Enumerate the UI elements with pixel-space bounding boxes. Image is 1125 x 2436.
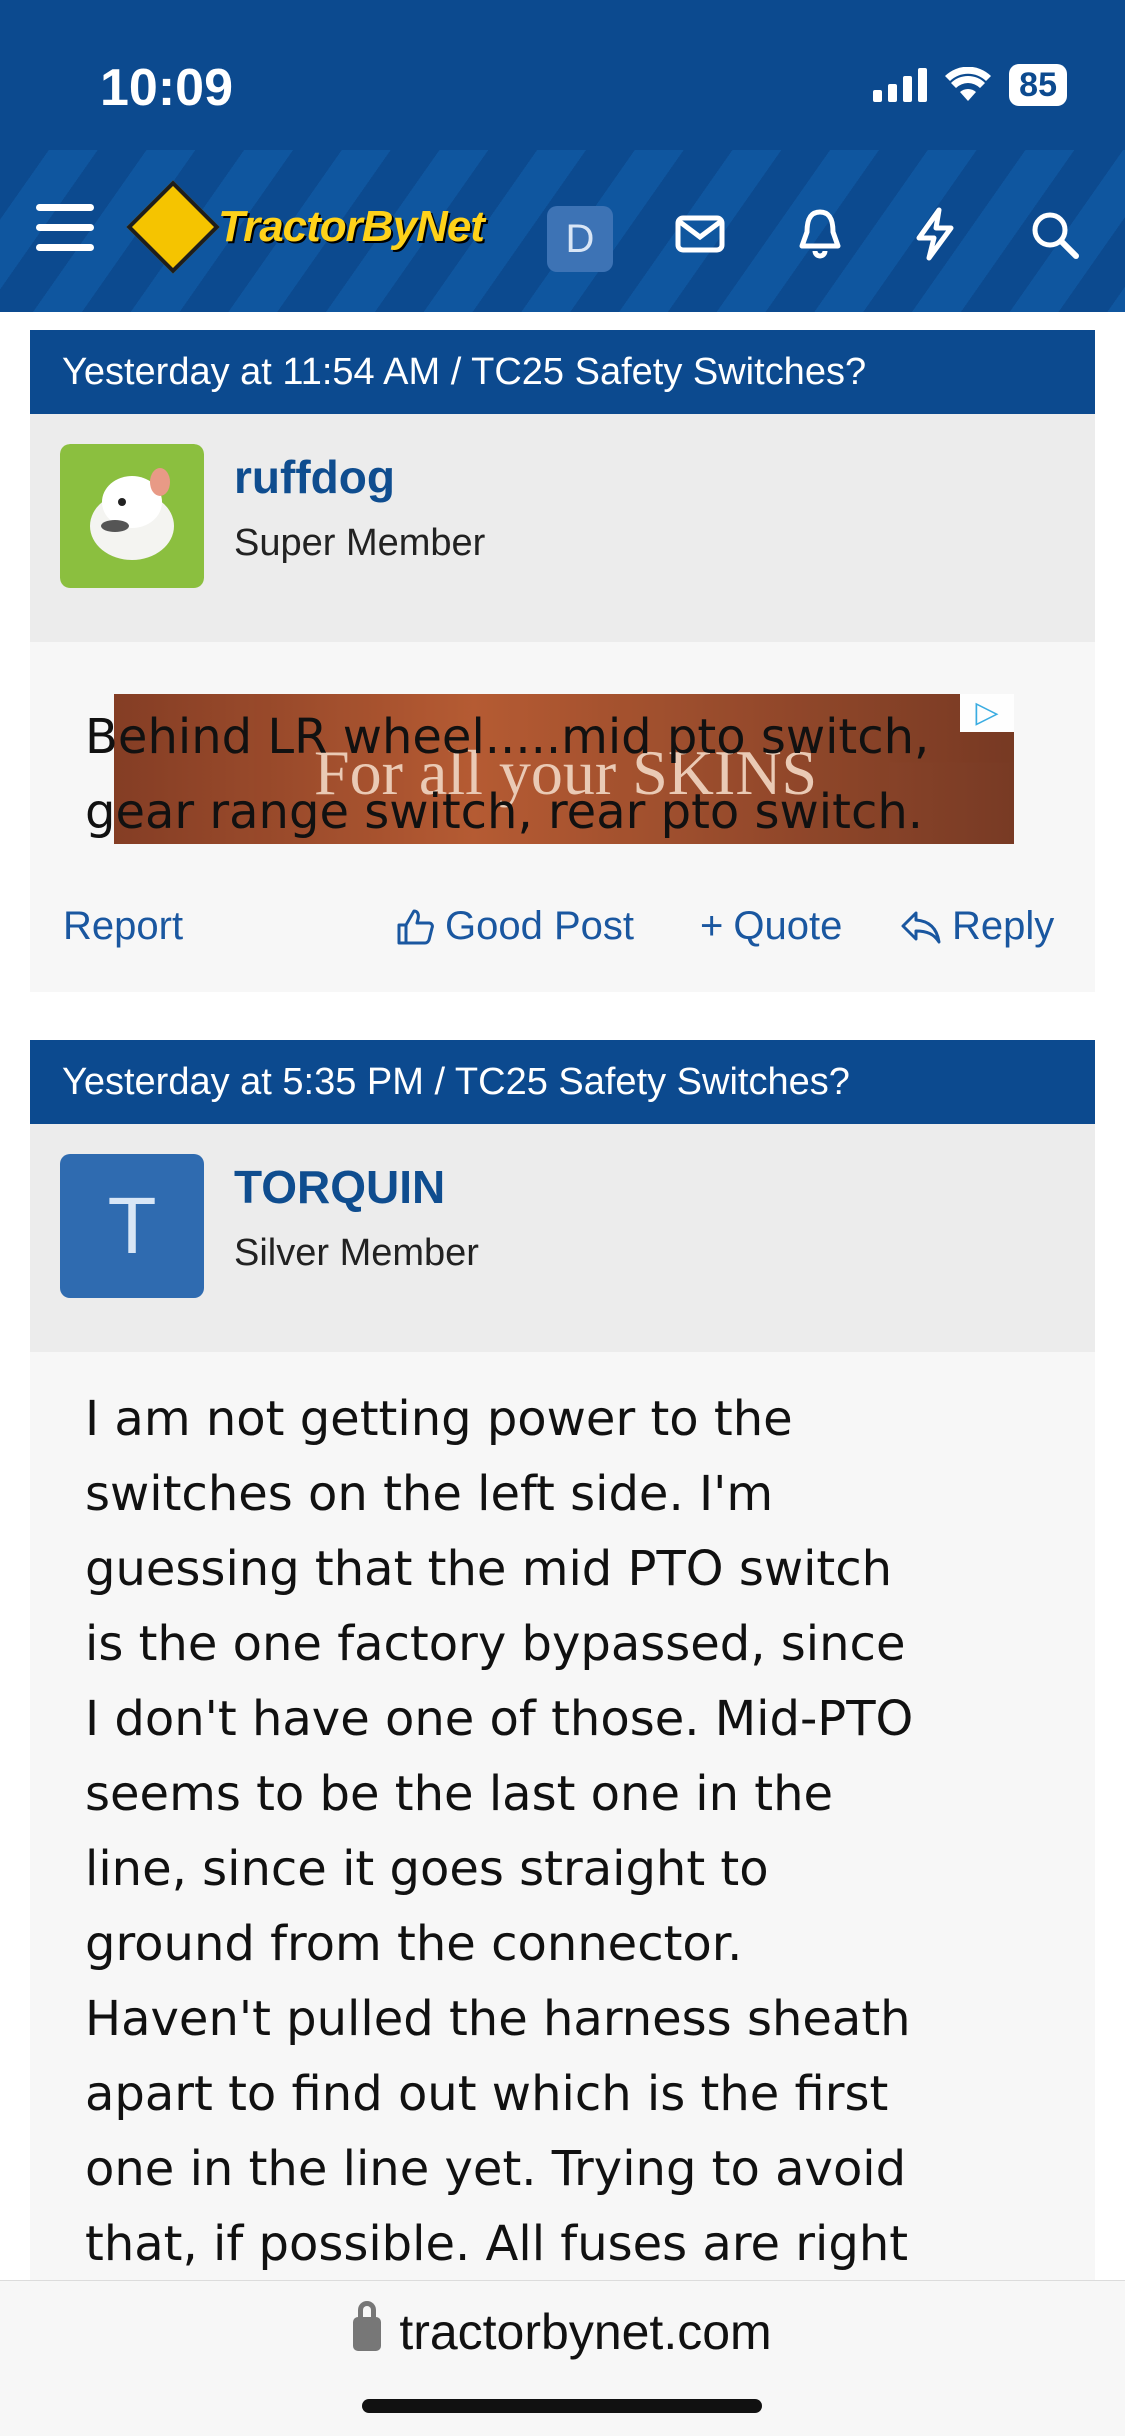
quote-label: Quote (733, 904, 843, 948)
avatar[interactable]: T (60, 1154, 204, 1298)
message-line: guessing that the mid PTO switch (85, 1541, 893, 1597)
post-actions: Report Good Post + Quote Reply (30, 874, 1095, 994)
message-line: gear range switch, rear pto switch. (85, 784, 924, 840)
post-message: I am not getting power to the switches o… (30, 1352, 1095, 2282)
url-display[interactable]: tractorbynet.com (0, 2301, 1125, 2361)
bell-icon[interactable] (790, 204, 850, 264)
menu-icon[interactable] (36, 204, 94, 252)
post-body: For all your SKINS ▷ Behind LR wheel....… (30, 642, 1095, 992)
status-icons: 85 (873, 64, 1067, 106)
home-indicator[interactable] (362, 2399, 762, 2413)
message-line: line, since it goes straight to (85, 1841, 769, 1897)
reply-button[interactable]: Reply (900, 904, 1054, 949)
battery-icon: 85 (1009, 64, 1067, 106)
good-post-label: Good Post (445, 904, 635, 948)
message-line: I don't have one of those. Mid-PTO (85, 1691, 914, 1747)
message-line: Behind LR wheel.....mid pto switch, (85, 709, 930, 765)
message-line: that, if possible. All fuses are right (85, 2216, 909, 2272)
post-meta[interactable]: Yesterday at 11:54 AM / TC25 Safety Swit… (30, 330, 1095, 414)
author-name[interactable]: ruffdog (234, 450, 395, 504)
message-line: apart to find out which is the first (85, 2066, 889, 2122)
thumbs-up-icon (397, 909, 434, 944)
post: Yesterday at 5:35 PM / TC25 Safety Switc… (30, 1040, 1095, 2352)
quote-button[interactable]: + Quote (700, 904, 842, 949)
good-post-button[interactable]: Good Post (395, 904, 634, 949)
author-title: Silver Member (234, 1232, 479, 1274)
plus-icon: + (700, 904, 724, 948)
message-line: is the one factory bypassed, since (85, 1616, 906, 1672)
tractor-logo-icon (126, 180, 220, 274)
author-title: Super Member (234, 522, 486, 564)
message-line: switches on the left side. I'm (85, 1466, 774, 1522)
message-line: one in the line yet. Trying to avoid (85, 2141, 907, 2197)
browser-address-bar[interactable]: tractorbynet.com (0, 2280, 1125, 2436)
message-line: seems to be the last one in the (85, 1766, 834, 1822)
reply-arrow-icon (901, 911, 941, 943)
site-logo[interactable]: TractorByNet (126, 180, 485, 274)
lightning-icon[interactable] (905, 204, 965, 264)
post-message: Behind LR wheel.....mid pto switch, gear… (30, 700, 1095, 850)
post-author: ruffdog Super Member (30, 414, 1095, 642)
site-header: TractorByNet D (0, 150, 1125, 312)
logo-text: TractorByNet (218, 202, 485, 251)
post-meta[interactable]: Yesterday at 5:35 PM / TC25 Safety Switc… (30, 1040, 1095, 1124)
lock-icon (353, 2301, 382, 2351)
post: Yesterday at 11:54 AM / TC25 Safety Swit… (30, 330, 1095, 992)
user-avatar[interactable]: D (547, 206, 613, 272)
inbox-icon[interactable] (670, 204, 730, 264)
message-line: Haven't pulled the harness sheath (85, 1991, 911, 2047)
post-author: T TORQUIN Silver Member (30, 1124, 1095, 1352)
author-name[interactable]: TORQUIN (234, 1160, 445, 1214)
report-link[interactable]: Report (63, 904, 183, 949)
search-icon[interactable] (1024, 204, 1084, 264)
url-text: tractorbynet.com (399, 2304, 772, 2360)
avatar[interactable] (60, 444, 204, 588)
cellular-signal-icon (873, 68, 928, 102)
wifi-icon (945, 67, 992, 101)
message-line: ground from the connector. (85, 1916, 743, 1972)
status-time: 10:09 (100, 59, 233, 117)
post-body: I am not getting power to the switches o… (30, 1352, 1095, 2352)
reply-label: Reply (952, 904, 1055, 948)
message-line: I am not getting power to the (85, 1391, 793, 1447)
